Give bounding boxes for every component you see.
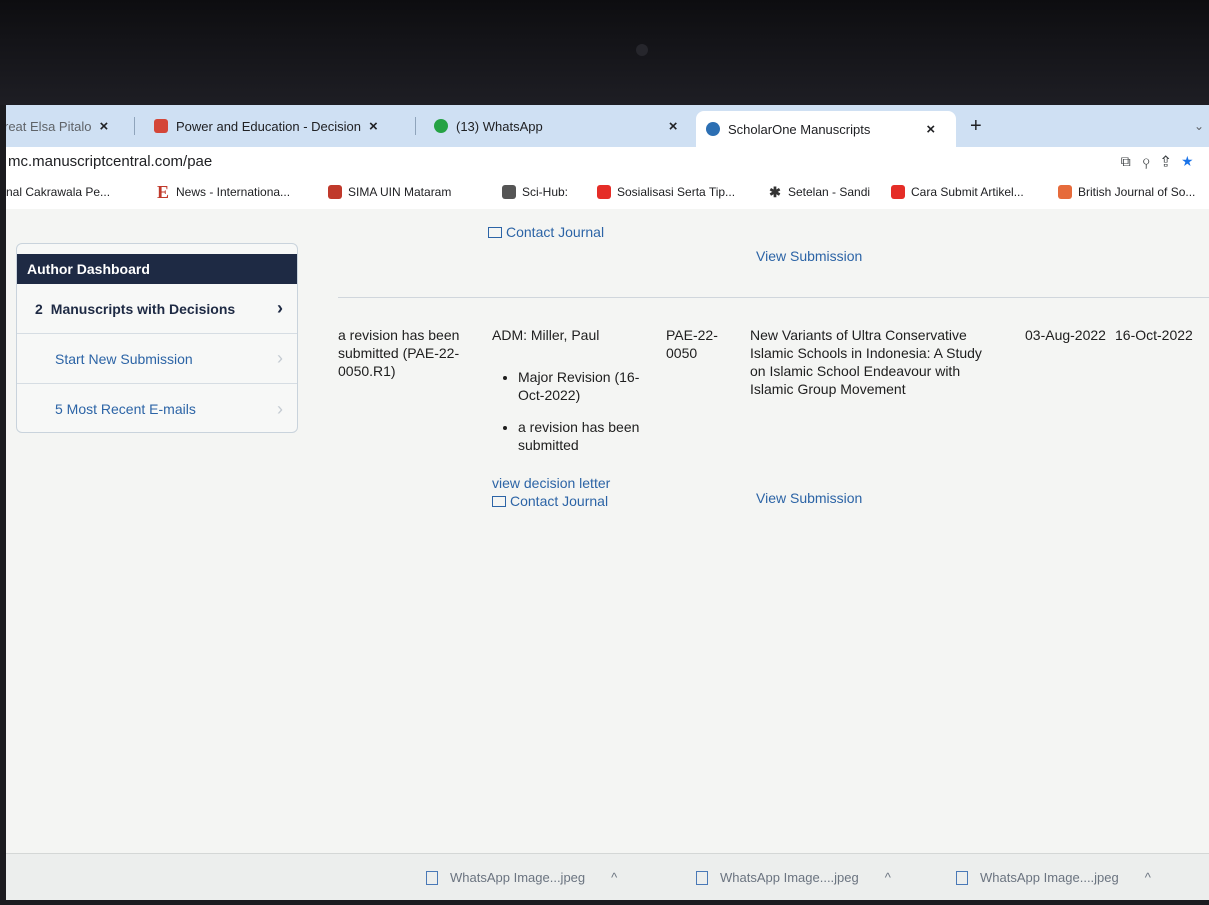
decision-item: Major Revision (16-Oct-2022) <box>518 368 648 404</box>
tab-label: reat Elsa Pitalo <box>6 118 92 134</box>
browser-window: reat Elsa Pitalo × Power and Education -… <box>6 105 1209 900</box>
scholarone-icon <box>706 122 720 136</box>
tab-label: (13) WhatsApp <box>456 118 543 134</box>
decisioned-date: 16-Oct-2022 <box>1115 327 1193 343</box>
address-bar: mc.manuscriptcentral.com/pae ⧉⚲⇪★ <box>6 147 1209 177</box>
tab-elsa[interactable]: reat Elsa Pitalo × <box>6 111 108 141</box>
view-submission-link[interactable]: View Submission <box>756 489 862 507</box>
new-tab-button[interactable]: + <box>970 111 982 141</box>
prev-view-submission-link[interactable]: View Submission <box>756 247 862 265</box>
share-icon[interactable]: ⇪ <box>1162 153 1182 169</box>
e-logo-icon: E <box>156 182 169 202</box>
tab-label: Power and Education - Decision <box>176 118 361 134</box>
page-content: Author Dashboard 2 Manuscripts with Deci… <box>6 209 1209 900</box>
chevron-up-icon[interactable]: ^ <box>1145 870 1151 885</box>
tab-power-education[interactable]: Power and Education - Decision × <box>154 111 378 141</box>
laptop-bezel <box>0 0 1209 105</box>
bookmark-setelan[interactable]: ✱ Setelan - Sandi <box>768 185 870 199</box>
tab-strip: reat Elsa Pitalo × Power and Education -… <box>6 105 1209 147</box>
chevron-right-icon: › <box>277 348 283 368</box>
manuscript-id: PAE-22-0050 <box>666 327 718 361</box>
chevron-up-icon[interactable]: ^ <box>885 870 891 885</box>
submitted-date: 03-Aug-2022 <box>1025 327 1106 343</box>
close-icon[interactable]: × <box>369 118 378 135</box>
tab-scholarone[interactable]: ScholarOne Manuscripts × <box>696 111 956 147</box>
star-icon[interactable]: ★ <box>1182 153 1205 169</box>
decision-count: 2 <box>35 300 43 317</box>
bookmark-sosialisasi[interactable]: Sosialisasi Serta Tip... <box>597 185 735 199</box>
zoom-icon[interactable]: ⚲ <box>1143 153 1162 169</box>
webcam <box>636 44 648 56</box>
bookmarks-bar: nal Cakrawala Pe... E News - Internation… <box>6 177 1209 210</box>
translate-icon[interactable]: ⧉ <box>1121 153 1143 169</box>
bookmark-sima[interactable]: SIMA UIN Mataram <box>328 185 451 199</box>
download-item[interactable]: WhatsApp Image....jpeg ^ <box>696 870 891 885</box>
prev-contact-journal-link[interactable]: Contact Journal <box>488 223 604 241</box>
address-bar-icons: ⧉⚲⇪★ <box>1121 153 1205 170</box>
chevron-right-icon: › <box>277 298 283 318</box>
mail-icon <box>492 496 506 507</box>
view-decision-letter-link[interactable]: view decision letter <box>492 474 652 492</box>
chevron-right-icon: › <box>277 398 283 419</box>
download-item[interactable]: WhatsApp Image...jpeg ^ <box>426 870 617 885</box>
chevron-down-icon[interactable]: ⌄ <box>1194 111 1204 141</box>
manuscript-title: New Variants of Ultra Conservative Islam… <box>750 327 982 397</box>
download-bar: WhatsApp Image...jpeg ^ WhatsApp Image..… <box>6 853 1209 900</box>
bookmark-cara-submit[interactable]: Cara Submit Artikel... <box>891 185 1024 199</box>
youtube-icon <box>891 185 905 199</box>
sidebar-item-start-new-submission[interactable]: Start New Submission › <box>17 334 297 384</box>
close-icon[interactable]: × <box>926 121 935 138</box>
sidebar-item-recent-emails[interactable]: 5 Most Recent E-mails › <box>17 384 297 434</box>
bookmark-news[interactable]: E News - Internationa... <box>156 182 290 202</box>
file-icon <box>426 870 438 885</box>
bookmark-british-journal[interactable]: British Journal of So... <box>1058 185 1195 199</box>
decision-cell: ADM: Miller, Paul Major Revision (16-Oct… <box>492 326 652 510</box>
bookmark-scihub[interactable]: Sci-Hub: <box>502 185 568 199</box>
whatsapp-icon <box>434 119 448 133</box>
tab-separator <box>415 117 416 135</box>
decision-item: a revision has been submitted <box>518 418 648 454</box>
decision-admin: ADM: Miller, Paul <box>492 327 600 343</box>
url-input[interactable]: mc.manuscriptcentral.com/pae <box>8 153 212 170</box>
contact-journal-link[interactable]: Contact Journal <box>492 492 652 510</box>
tab-separator <box>134 117 135 135</box>
close-icon[interactable]: × <box>99 118 108 135</box>
row-divider <box>338 297 1209 298</box>
decision-list: Major Revision (16-Oct-2022) a revision … <box>492 368 648 454</box>
tab-whatsapp[interactable]: (13) WhatsApp × <box>434 111 677 141</box>
chevron-up-icon[interactable]: ^ <box>611 870 617 885</box>
scihub-icon <box>502 185 516 199</box>
journal-icon <box>1058 185 1072 199</box>
bookmark-cakrawala[interactable]: nal Cakrawala Pe... <box>6 185 110 199</box>
manuscript-status: a revision has been submitted (PAE-22-00… <box>338 327 460 379</box>
gear-icon: ✱ <box>769 184 781 200</box>
dashboard-title: Author Dashboard <box>17 254 297 284</box>
youtube-icon <box>597 185 611 199</box>
sidebar-item-manuscripts-with-decisions[interactable]: 2 Manuscripts with Decisions › <box>17 284 297 334</box>
mail-icon <box>488 227 502 238</box>
close-icon[interactable]: × <box>669 118 678 135</box>
tab-label: ScholarOne Manuscripts <box>728 121 871 137</box>
sima-icon <box>328 185 342 199</box>
gmail-icon <box>154 119 168 133</box>
download-item[interactable]: WhatsApp Image....jpeg ^ <box>956 870 1151 885</box>
file-icon <box>696 870 708 885</box>
file-icon <box>956 870 968 885</box>
author-dashboard: Author Dashboard 2 Manuscripts with Deci… <box>16 243 298 433</box>
